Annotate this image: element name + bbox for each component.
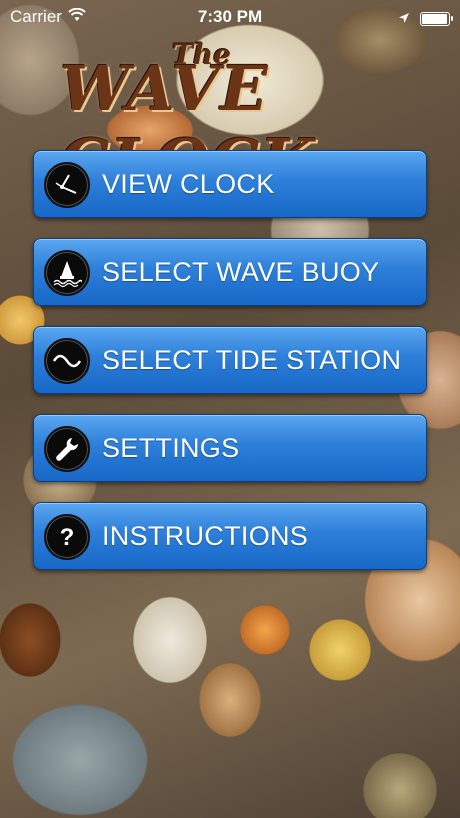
main-menu: VIEW CLOCK SELECT WAVE BUOY SELECT TIDE … [33,150,427,590]
location-arrow-icon [398,9,410,29]
wrench-icon [44,426,90,472]
select-tide-station-label: SELECT TIDE STATION [102,345,402,375]
buoy-icon [44,250,90,296]
view-clock-label: VIEW CLOCK [102,169,275,199]
instructions-button[interactable]: ? INSTRUCTIONS [33,502,427,570]
svg-text:?: ? [60,524,75,551]
status-time: 7:30 PM [197,7,263,26]
status-bar: Carrier 7:30 PM [0,0,460,34]
clock-icon [44,162,90,208]
instructions-label: INSTRUCTIONS [102,521,309,551]
logo-wave: WAVE [60,52,269,125]
wave-icon [44,338,90,384]
select-tide-station-button[interactable]: SELECT TIDE STATION [33,326,427,394]
wave-clock-logo: The WAVE CLOCK [60,38,400,198]
battery-icon [420,12,453,26]
view-clock-button[interactable]: VIEW CLOCK [33,150,427,218]
select-wave-buoy-button[interactable]: SELECT WAVE BUOY [33,238,427,306]
question-icon: ? [44,514,90,560]
settings-label: SETTINGS [102,433,240,463]
select-wave-buoy-label: SELECT WAVE BUOY [102,257,380,287]
settings-button[interactable]: SETTINGS [33,414,427,482]
status-icons [398,9,453,29]
